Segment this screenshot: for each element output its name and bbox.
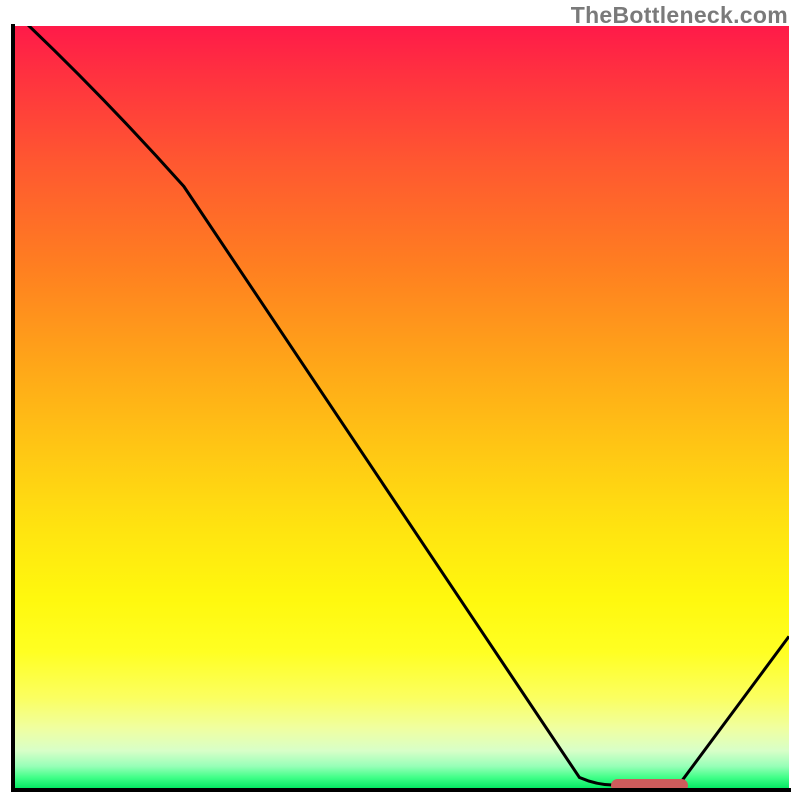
y-axis bbox=[11, 24, 15, 791]
watermark: TheBottleneck.com bbox=[571, 2, 788, 29]
bottleneck-curve bbox=[13, 26, 789, 789]
x-axis bbox=[11, 788, 791, 792]
plot-area bbox=[13, 26, 789, 789]
chart-container: TheBottleneck.com bbox=[0, 0, 800, 800]
curve-path bbox=[13, 26, 789, 785]
